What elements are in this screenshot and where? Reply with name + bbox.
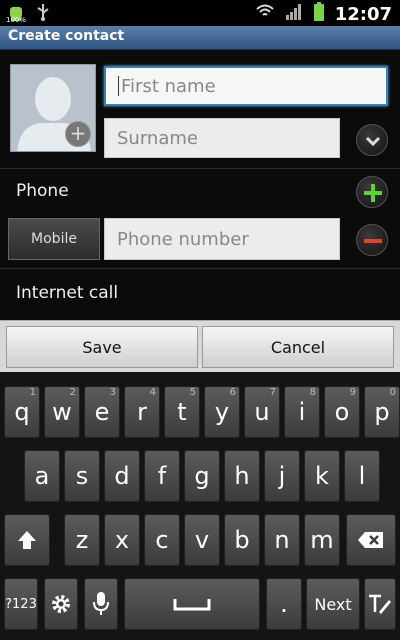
key-h[interactable]: h xyxy=(224,450,260,502)
expand-name-button[interactable] xyxy=(356,124,388,156)
key-number-hint: 9 xyxy=(349,387,356,398)
key-number-hint: 7 xyxy=(269,387,276,398)
key-label: w xyxy=(52,398,72,426)
key-z[interactable]: z xyxy=(64,514,100,566)
key-v[interactable]: v xyxy=(184,514,220,566)
key-d[interactable]: d xyxy=(104,450,140,502)
phone-section-label: Phone xyxy=(16,181,69,201)
key-label: t xyxy=(177,398,187,426)
settings-key[interactable] xyxy=(44,578,78,630)
microphone-icon xyxy=(93,592,109,615)
surname-input[interactable]: Surname xyxy=(104,118,340,158)
backspace-key[interactable] xyxy=(346,514,396,566)
android-notification-icon: 100% xyxy=(6,4,27,24)
usb-icon xyxy=(36,3,50,25)
wifi-icon xyxy=(255,3,275,25)
handwriting-icon xyxy=(369,594,391,614)
contact-form: + First name Surname Phone Mobile Phone … xyxy=(0,50,400,320)
text-cursor xyxy=(118,76,119,96)
key-label: q xyxy=(14,398,30,426)
key-e[interactable]: 3e xyxy=(84,386,120,438)
key-g[interactable]: g xyxy=(184,450,220,502)
handwriting-key[interactable] xyxy=(364,578,396,630)
page-title: Create contact xyxy=(8,28,125,44)
shift-icon xyxy=(18,531,36,549)
status-icons-left: 100% xyxy=(6,3,50,25)
phone-number-placeholder: Phone number xyxy=(117,228,249,250)
key-k[interactable]: k xyxy=(304,450,340,502)
phone-number-input[interactable]: Phone number xyxy=(104,218,340,260)
space-key[interactable] xyxy=(124,578,260,630)
key-label: y xyxy=(214,398,230,426)
key-number-hint: 6 xyxy=(229,387,236,398)
title-bar: Create contact xyxy=(0,26,400,50)
key-b[interactable]: b xyxy=(224,514,260,566)
key-c[interactable]: c xyxy=(144,514,180,566)
status-icons-right: 12:07 xyxy=(255,2,392,26)
divider xyxy=(0,268,400,269)
key-label: o xyxy=(334,398,350,426)
key-number-hint: 4 xyxy=(149,387,156,398)
next-key[interactable]: Next xyxy=(306,578,360,630)
first-name-placeholder: First name xyxy=(121,75,216,97)
key-u[interactable]: 7u xyxy=(244,386,280,438)
key-number-hint: 1 xyxy=(29,387,36,398)
key-label: r xyxy=(137,398,147,426)
internet-call-label[interactable]: Internet call xyxy=(16,283,118,303)
key-w[interactable]: 2w xyxy=(44,386,80,438)
action-bar: Save Cancel xyxy=(0,320,400,372)
minus-icon xyxy=(364,239,382,243)
key-m[interactable]: m xyxy=(304,514,340,566)
first-name-input[interactable]: First name xyxy=(104,66,388,106)
add-photo-icon[interactable]: + xyxy=(65,121,91,147)
key-number-hint: 8 xyxy=(309,387,316,398)
backspace-icon xyxy=(358,532,383,548)
key-f[interactable]: f xyxy=(144,450,180,502)
contact-photo[interactable]: + xyxy=(10,64,96,152)
key-x[interactable]: x xyxy=(104,514,140,566)
shift-key[interactable] xyxy=(4,514,50,566)
key-number-hint: 0 xyxy=(389,387,396,398)
key-label: e xyxy=(94,398,110,426)
divider xyxy=(0,168,400,169)
key-t[interactable]: 5t xyxy=(164,386,200,438)
key-label: u xyxy=(254,398,270,426)
key-number-hint: 5 xyxy=(189,387,196,398)
key-number-hint: 2 xyxy=(69,387,76,398)
status-bar: 100% 12:07 xyxy=(0,0,400,26)
key-j[interactable]: j xyxy=(264,450,300,502)
cancel-button[interactable]: Cancel xyxy=(202,326,394,368)
keyboard: 1q2w3e4r5t6y7u8i9o0p asdfghjkl zxcvbnm ?… xyxy=(0,372,400,640)
period-key[interactable]: . xyxy=(266,578,302,630)
key-p[interactable]: 0p xyxy=(364,386,400,438)
key-n[interactable]: n xyxy=(264,514,300,566)
save-button[interactable]: Save xyxy=(6,326,198,368)
gear-icon xyxy=(52,595,70,613)
key-y[interactable]: 6y xyxy=(204,386,240,438)
battery-percent-label: 100% xyxy=(6,16,27,24)
key-i[interactable]: 8i xyxy=(284,386,320,438)
symbols-key[interactable]: ?123 xyxy=(4,578,38,630)
clock: 12:07 xyxy=(334,3,392,25)
voice-input-key[interactable] xyxy=(84,578,118,630)
chevron-down-icon xyxy=(365,136,381,147)
key-s[interactable]: s xyxy=(64,450,100,502)
key-label: p xyxy=(374,398,390,426)
plus-icon xyxy=(364,184,382,202)
add-phone-button[interactable] xyxy=(356,176,388,208)
remove-phone-button[interactable] xyxy=(356,224,388,256)
key-a[interactable]: a xyxy=(24,450,60,502)
key-o[interactable]: 9o xyxy=(324,386,360,438)
signal-icon xyxy=(285,3,303,25)
surname-placeholder: Surname xyxy=(117,127,198,149)
key-number-hint: 3 xyxy=(109,387,116,398)
key-label: i xyxy=(298,398,306,426)
space-icon xyxy=(173,599,211,611)
key-q[interactable]: 1q xyxy=(4,386,40,438)
battery-icon xyxy=(313,2,325,26)
phone-type-button[interactable]: Mobile xyxy=(8,218,100,260)
key-r[interactable]: 4r xyxy=(124,386,160,438)
key-l[interactable]: l xyxy=(344,450,380,502)
